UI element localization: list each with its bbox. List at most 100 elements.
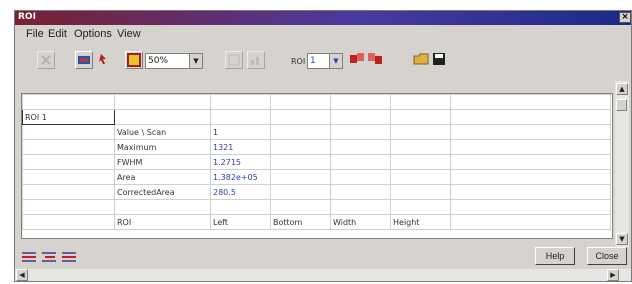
table-cell[interactable]: ROI [114,214,211,230]
table-cell[interactable] [210,199,271,215]
table-cell[interactable] [22,199,115,215]
table-cell[interactable] [390,124,451,140]
table-cell[interactable]: Value \ Scan [114,124,211,140]
table-cell[interactable] [22,154,115,170]
table-cell[interactable] [210,94,271,110]
scroll-thumb[interactable] [616,99,627,111]
roi-value: 1 [310,56,316,66]
color-icon[interactable] [125,51,143,69]
table-cell[interactable] [22,184,115,200]
table-cell[interactable] [390,154,451,170]
table-cell[interactable] [22,139,115,155]
table-cell[interactable] [114,94,211,110]
table-cell[interactable] [330,169,391,185]
scroll-left-icon[interactable]: ◀ [16,269,28,281]
table-cell[interactable] [390,109,451,125]
table-cell[interactable] [114,199,211,215]
table-cell[interactable] [450,109,611,125]
table-cell[interactable] [450,154,611,170]
chevron-down-icon[interactable]: ▼ [189,54,202,68]
table-cell[interactable] [270,169,331,185]
table-cell[interactable]: FWHM [114,154,211,170]
table-cell[interactable] [22,214,115,230]
table-cell[interactable] [270,199,331,215]
table-cell[interactable]: Bottom [270,214,331,230]
help-button[interactable]: Help [535,247,575,265]
insert-row-icon[interactable] [41,249,59,267]
table-cell[interactable]: Left [210,214,271,230]
table-cell[interactable] [22,124,115,140]
menu-view[interactable]: View [117,28,141,40]
table-cell[interactable] [390,139,451,155]
zoom-value: 50% [148,56,169,66]
table-cell[interactable] [330,154,391,170]
pointer-icon[interactable] [95,51,113,69]
fit-icon[interactable] [225,51,243,69]
table-cell[interactable] [270,109,331,125]
table-cell[interactable] [330,109,391,125]
table-cell[interactable]: CorrectedArea [114,184,211,200]
roi-name-cell[interactable]: ROI 1 [22,109,115,125]
vertical-scrollbar[interactable]: ▲ ▼ [615,81,629,247]
delete-row-icon[interactable] [61,249,79,267]
table-cell[interactable] [450,94,611,110]
save-icon[interactable] [431,51,449,69]
table-cell[interactable]: Width [330,214,391,230]
table-cell[interactable]: Area [114,169,211,185]
table-cell[interactable] [330,184,391,200]
table-cell[interactable] [22,169,115,185]
table-cell[interactable] [270,154,331,170]
table-cell[interactable] [450,139,611,155]
table-cell[interactable] [210,109,271,125]
roi-remove-icon[interactable] [367,51,385,69]
table-cell[interactable] [270,139,331,155]
table-cell[interactable]: 1 [210,124,271,140]
table-cell[interactable] [270,94,331,110]
add-row-icon[interactable] [21,249,39,267]
table-cell[interactable] [22,94,115,110]
scan-icon[interactable] [75,51,93,69]
table-row: ROI 1 [22,109,611,125]
scroll-right-icon[interactable]: ▶ [607,269,619,281]
table-cell[interactable] [450,199,611,215]
table-cell[interactable] [450,184,611,200]
table-cell[interactable]: Height [390,214,451,230]
table-cell[interactable] [450,214,611,230]
chevron-down-icon[interactable]: ▼ [329,54,342,68]
open-folder-icon[interactable] [413,51,431,69]
table-cell[interactable] [270,124,331,140]
horizontal-scrollbar[interactable]: ◀ ▶ [15,269,631,281]
close-button[interactable]: Close [587,247,627,265]
table-cell[interactable] [390,94,451,110]
table-cell[interactable]: 1.382e+05 [210,169,271,185]
table-cell[interactable]: Maximum [114,139,211,155]
table-row: Maximum 1321 [22,139,611,155]
table-cell[interactable] [330,94,391,110]
table-cell[interactable] [390,199,451,215]
roi-add-icon[interactable] [349,51,367,69]
table-cell[interactable]: 1.2715 [210,154,271,170]
chart-icon[interactable] [247,51,265,69]
table-cell[interactable] [390,184,451,200]
table-cell[interactable] [114,109,211,125]
table-cell[interactable] [270,184,331,200]
table-cell[interactable] [330,139,391,155]
table-row: ROI Left Bottom Width Height [22,214,611,230]
menu-edit[interactable]: Edit [48,28,67,40]
table-cell[interactable]: 280.5 [210,184,271,200]
table-cell[interactable] [330,124,391,140]
table-cell[interactable] [330,199,391,215]
menu-options[interactable]: Options [74,28,112,40]
table-row: CorrectedArea 280.5 [22,184,611,200]
table-cell[interactable]: 1321 [210,139,271,155]
close-window-button[interactable]: × [619,12,631,23]
scroll-up-icon[interactable]: ▲ [616,83,628,95]
zoom-select[interactable]: 50% ▼ [145,53,203,69]
table-cell[interactable] [390,169,451,185]
roi-select[interactable]: 1 ▼ [307,53,343,69]
table-cell[interactable] [450,169,611,185]
menu-bar: File Edit Options View [15,26,615,42]
menu-file[interactable]: File [26,28,44,40]
delete-icon[interactable] [37,51,55,69]
table-cell[interactable] [450,124,611,140]
